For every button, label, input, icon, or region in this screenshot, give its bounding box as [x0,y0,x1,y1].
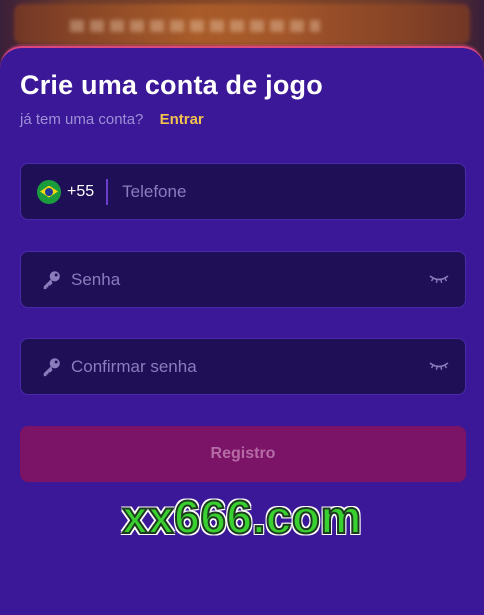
confirm-password-field[interactable]: Confirmar senha [20,338,466,395]
login-prompt: já tem uma conta? Entrar [20,111,204,128]
eye-closed-icon[interactable] [429,359,449,373]
phone-field[interactable]: +55 Telefone [20,163,466,220]
login-prompt-text: já tem uma conta? [20,111,144,128]
key-icon [43,270,60,289]
password-input[interactable]: Senha [71,270,120,290]
password-field[interactable]: Senha [20,251,466,308]
brazil-flag-icon[interactable] [37,179,61,204]
key-icon [43,357,60,376]
login-link[interactable]: Entrar [160,111,204,128]
page-title: Crie uma conta de jogo [20,70,323,100]
country-code[interactable]: +55 [67,183,94,201]
confirm-password-input[interactable]: Confirmar senha [71,357,197,377]
field-divider [106,178,109,205]
register-button[interactable]: Registro [20,426,466,482]
eye-closed-icon[interactable] [429,272,449,286]
watermark-text: xx666.com [121,490,362,544]
banner-blurred-text [70,20,320,32]
phone-input[interactable]: Telefone [122,182,186,202]
